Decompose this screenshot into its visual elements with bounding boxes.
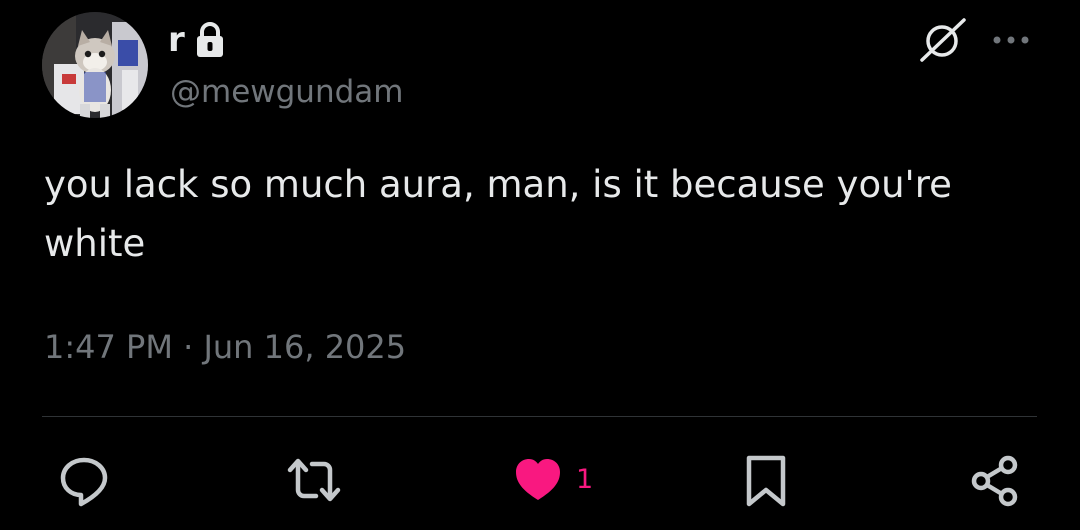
reply-button[interactable] bbox=[56, 452, 112, 508]
reply-icon bbox=[56, 452, 112, 508]
like-button[interactable]: 1 bbox=[512, 452, 593, 508]
like-count: 1 bbox=[576, 464, 594, 495]
more-icon[interactable] bbox=[990, 28, 1032, 52]
tweet-text: you lack so much aura, man, is it becaus… bbox=[44, 163, 964, 265]
tweet-timestamp[interactable]: 1:47 PM · Jun 16, 2025 bbox=[44, 322, 406, 372]
lock-icon bbox=[195, 22, 225, 58]
grok-icon[interactable] bbox=[918, 18, 970, 62]
share-icon bbox=[968, 452, 1024, 508]
display-name-row[interactable]: r bbox=[168, 18, 225, 62]
retweet-icon bbox=[284, 452, 344, 508]
display-name[interactable]: r bbox=[168, 18, 185, 62]
share-button[interactable] bbox=[968, 452, 1024, 508]
retweet-button[interactable] bbox=[284, 452, 344, 508]
avatar[interactable] bbox=[42, 12, 148, 118]
heart-icon bbox=[512, 452, 564, 508]
user-handle[interactable]: @mewgundam bbox=[170, 70, 403, 114]
bookmark-button[interactable] bbox=[742, 452, 790, 508]
bookmark-icon bbox=[742, 452, 790, 508]
divider bbox=[42, 416, 1037, 417]
